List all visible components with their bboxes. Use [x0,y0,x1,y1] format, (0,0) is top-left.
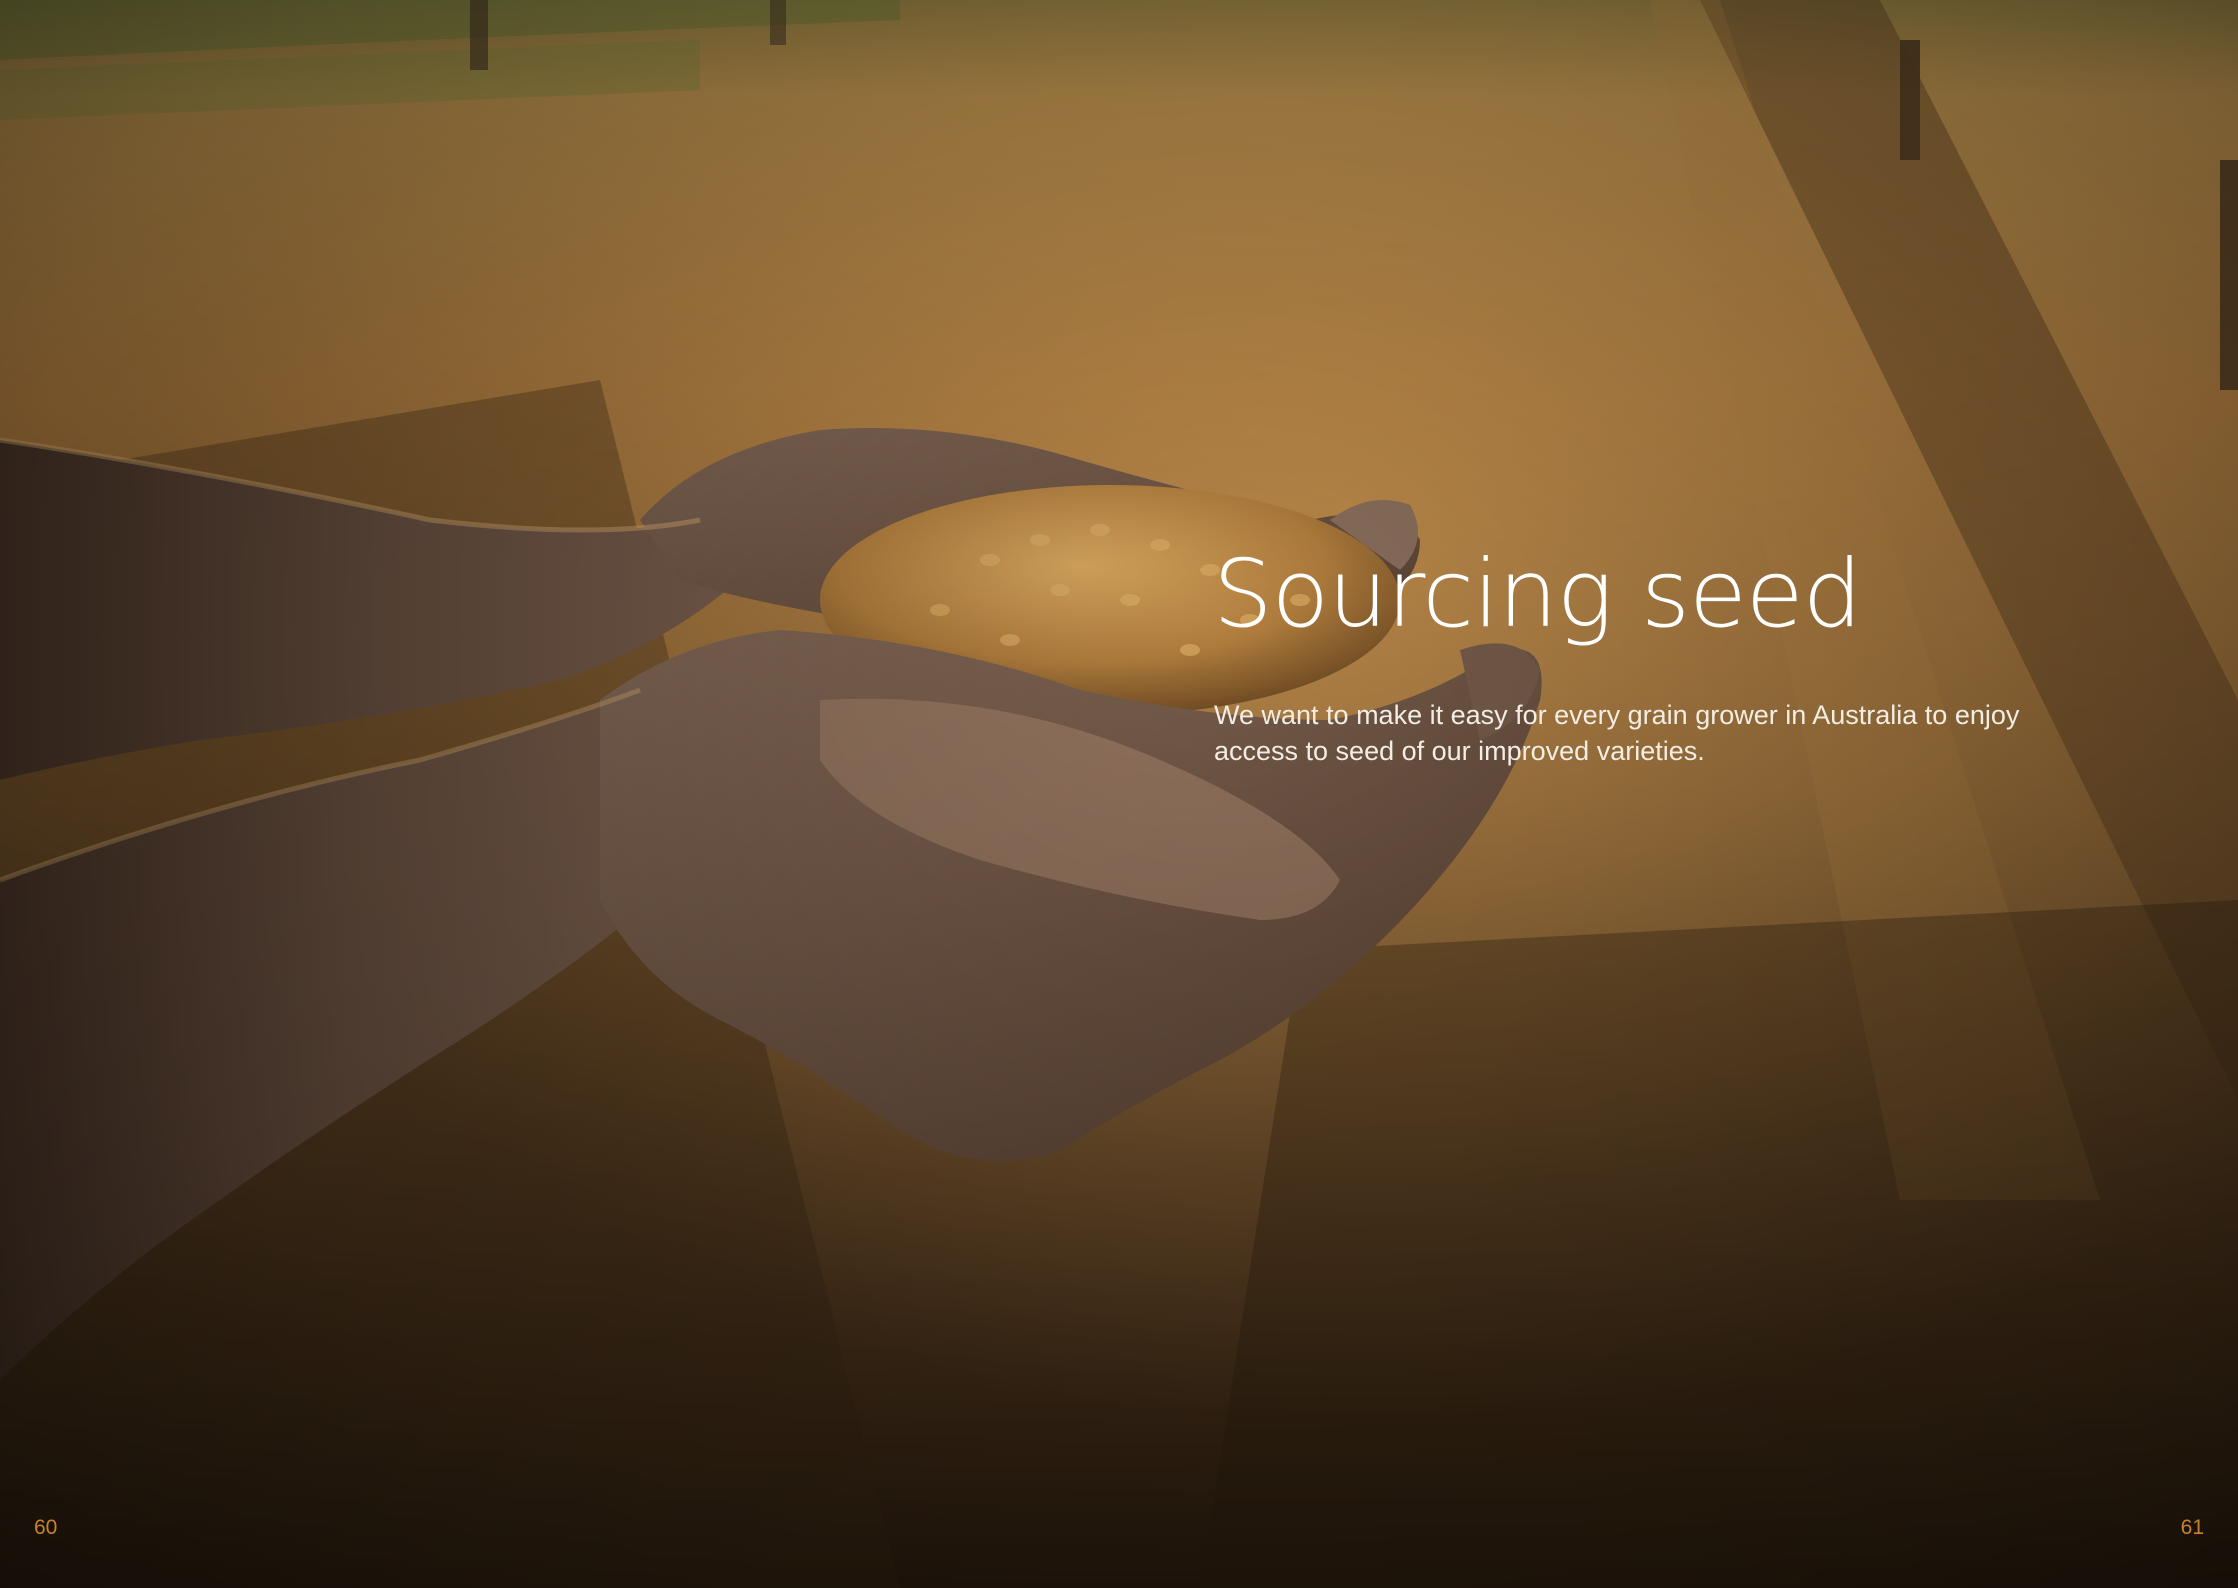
section-heading: Sourcing seed [1213,540,1862,649]
photo-hands-holding-wheat-grain [0,0,2238,1588]
intro-paragraph: We want to make it easy for every grain … [1214,697,2114,769]
intro-line: access to seed of our improved varieties… [1214,736,1705,766]
magazine-spread: Sourcing seed We want to make it easy fo… [0,0,2238,1588]
intro-line: We want to make it easy for every grain … [1214,700,2020,730]
page-number-left: 60 [34,1516,58,1539]
page-number-right: 61 [2180,1516,2204,1539]
